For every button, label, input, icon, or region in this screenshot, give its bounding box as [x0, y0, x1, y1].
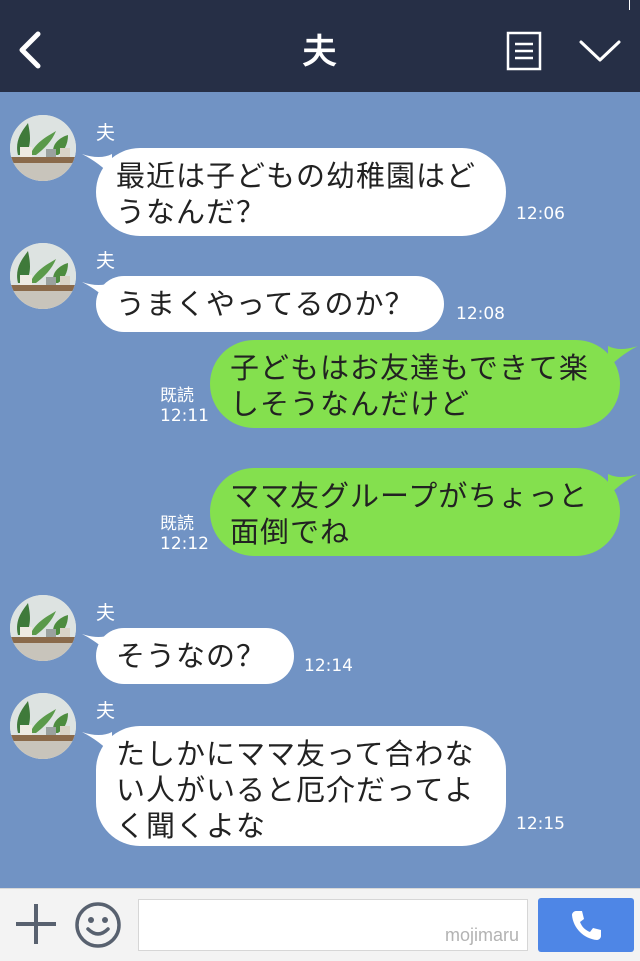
bubble-tail	[608, 346, 638, 368]
chevron-down-icon[interactable]	[578, 36, 622, 66]
sender-name: 夫	[96, 602, 116, 624]
plant-avatar-icon	[10, 243, 76, 309]
message-bubble[interactable]: そうなの？	[96, 628, 294, 684]
avatar[interactable]	[10, 595, 76, 661]
smiley-icon[interactable]	[74, 901, 122, 949]
sender-name: 夫	[96, 250, 116, 272]
message-bubble[interactable]: たしかにママ友って合わな い人がいると厄介だってよ く聞くよな	[96, 726, 506, 846]
document-menu-icon[interactable]	[506, 31, 542, 71]
message-bubble[interactable]: 最近は子どもの幼稚園はど うなんだ？	[96, 148, 506, 236]
message-line: 面倒でね	[230, 515, 351, 549]
message-line: そうなの？	[116, 639, 267, 673]
message-line: 最近は子どもの幼稚園はど	[116, 159, 477, 193]
input-bar: mojimaru	[0, 888, 640, 961]
message-line: 子どもはお友達もできて楽	[230, 351, 589, 385]
avatar[interactable]	[10, 243, 76, 309]
message-line: うなんだ？	[116, 195, 267, 229]
message-time: 12:14	[304, 656, 353, 676]
watermark: mojimaru	[444, 925, 519, 945]
message-input[interactable]: mojimaru	[138, 899, 528, 951]
plant-avatar-icon	[10, 693, 76, 759]
phone-icon	[572, 911, 601, 940]
plus-icon[interactable]	[14, 902, 58, 946]
message-line: い人がいると厄介だってよ	[116, 773, 475, 807]
message-line: ママ友グループがちょっと	[230, 479, 589, 513]
bubble-tail	[608, 474, 638, 496]
read-receipt: 既読	[160, 514, 194, 534]
message-time: 12:08	[456, 304, 505, 324]
message-time: 12:12	[160, 534, 209, 554]
call-button[interactable]	[538, 898, 634, 952]
sender-name: 夫	[96, 700, 116, 722]
message-bubble[interactable]: うまくやってるのか？	[96, 276, 444, 332]
message-bubble[interactable]: ママ友グループがちょっと 面倒でね	[210, 468, 620, 556]
message-bubble[interactable]: 子どもはお友達もできて楽 しそうなんだけど	[210, 340, 620, 428]
avatar[interactable]	[10, 693, 76, 759]
plant-avatar-icon	[10, 595, 76, 661]
message-line: く聞くよな	[116, 809, 267, 843]
message-list[interactable]: 夫 最近は子どもの幼稚園はど うなんだ？ 12:06 夫 うまくやってるのか？ …	[0, 92, 640, 888]
message-time: 12:06	[516, 204, 565, 224]
plant-avatar-icon	[10, 115, 76, 181]
read-receipt: 既読	[160, 386, 194, 406]
chat-title: 夫	[302, 32, 338, 72]
avatar[interactable]	[10, 115, 76, 181]
message-line: たしかにママ友って合わな	[116, 737, 475, 771]
chat-header: 夫	[0, 0, 640, 92]
sender-name: 夫	[96, 122, 116, 144]
message-line: うまくやってるのか？	[116, 287, 415, 321]
message-time: 12:11	[160, 406, 209, 426]
message-time: 12:15	[516, 814, 565, 834]
status-divider	[629, 0, 630, 10]
message-line: しそうなんだけど	[230, 387, 471, 421]
